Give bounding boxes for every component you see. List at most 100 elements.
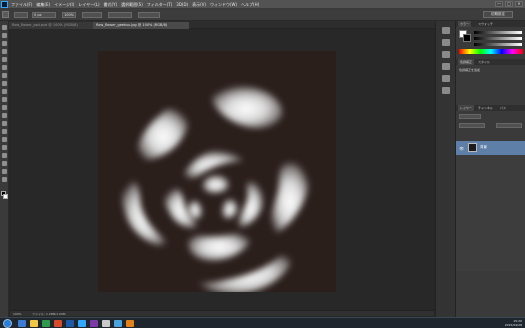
opacity-field[interactable] [496,123,522,128]
tab-adjustments[interactable]: 色調補正 [458,59,475,65]
history-panel-icon[interactable] [442,27,450,34]
dodge-tool-icon[interactable] [2,129,7,134]
path-select-tool-icon[interactable] [2,153,7,158]
menu-file[interactable]: ファイル(F) [11,2,32,7]
workspace-switcher[interactable]: 初期設定 [483,11,513,18]
excel-app-icon[interactable] [42,320,50,327]
menu-edit[interactable]: 編集(E) [36,2,50,7]
layer-name[interactable]: 背景 [480,145,487,150]
healing-tool-icon[interactable] [2,73,7,78]
layer-filter-dropdown[interactable] [459,114,481,119]
properties-panel-icon[interactable] [442,39,450,46]
menu-image[interactable]: イメージ(I) [54,2,74,7]
app-icon-7[interactable] [90,320,98,327]
clock-date: 2015/04/28 [504,323,522,327]
document-tabs: flow_flower_psd.psd @ 100% (RGB/8) flow_… [9,21,435,29]
menu-filter[interactable]: フィルター(T) [147,2,172,7]
tab-layers[interactable]: レイヤー [458,105,474,111]
color-spectrum-ramp[interactable] [459,49,523,54]
marquee-tool-icon[interactable] [2,33,7,38]
browser-app-icon[interactable] [54,320,62,327]
brush-panel-icon[interactable] [442,51,450,58]
quick-select-tool-icon[interactable] [2,49,7,54]
blur-tool-icon[interactable] [2,121,7,126]
character-panel-icon[interactable] [442,63,450,70]
layers-panel-tabs: レイヤー チャンネル パス [456,105,525,111]
option-dropdown-c[interactable] [138,12,160,18]
menu-window[interactable]: ウィンドウ(W) [210,2,237,7]
pen-tool-icon[interactable] [2,137,7,142]
taskbar-clock[interactable]: 15:20 2015/04/28 [505,319,522,327]
petal [120,176,172,247]
color-slider-g[interactable] [474,37,522,40]
move-tool-icon[interactable] [2,25,7,30]
app-icon-10[interactable] [126,320,134,327]
option-dropdown-a[interactable] [82,12,102,18]
stamp-tool-icon[interactable] [2,89,7,94]
tab-channels[interactable]: チャンネル [478,105,493,111]
petal [202,175,229,193]
tab-swatches[interactable]: スウォッチ [478,21,493,27]
eyedropper-tool-icon[interactable] [2,65,7,70]
paragraph-panel-icon[interactable] [442,75,450,82]
toolbox-background-color-icon[interactable] [3,194,8,199]
zoom-level[interactable]: 100% [13,312,22,316]
menu-layer[interactable]: レイヤー(L) [78,2,99,7]
hand-tool-icon[interactable] [2,169,7,174]
layer-thumbnail [468,143,477,152]
type-tool-icon[interactable] [2,145,7,150]
maximize-button[interactable]: □ [505,1,513,7]
tab-styles[interactable]: スタイル [478,59,490,65]
petal [236,180,264,229]
document-size: ファイル: 1.28M/1.00M [32,312,66,316]
tab-active-document[interactable]: flow_flower_geeksu.jpg @ 100% (RGB/8) [93,22,189,29]
explorer-app-icon[interactable] [18,320,26,327]
lasso-tool-icon[interactable] [2,41,7,46]
visibility-eye-icon[interactable]: 👁 [459,146,464,151]
blend-mode-dropdown[interactable] [459,123,485,128]
menu-select[interactable]: 選択範囲(S) [121,2,143,7]
color-slider-r[interactable] [474,31,522,34]
layer-row[interactable]: 👁 背景 [456,141,525,155]
eraser-tool-icon[interactable] [2,105,7,110]
status-bar: 100% ファイル: 1.28M/1.00M [10,310,434,316]
menu-3d[interactable]: 3D(D) [176,2,188,7]
tab-color[interactable]: カラー [458,21,472,27]
color-slider-b[interactable] [474,43,522,46]
menu-help[interactable]: ヘルプ(H) [241,2,259,7]
option-dropdown-b[interactable] [108,12,132,18]
crop-tool-icon[interactable] [2,57,7,62]
option-field-a[interactable]: 0 px [32,12,56,18]
petal [270,161,310,235]
flower-artwork [120,85,310,292]
minimize-button[interactable]: — [495,1,503,7]
document-canvas[interactable] [98,51,336,292]
start-button[interactable] [3,319,12,328]
canvas-area[interactable] [10,29,434,310]
app-icon-8[interactable] [102,320,110,327]
word-app-icon[interactable] [66,320,74,327]
menu-view[interactable]: 表示(V) [192,2,206,7]
windows-taskbar: 15:20 2015/04/28 [0,317,525,328]
shape-tool-icon[interactable] [2,161,7,166]
tool-preset-picker[interactable] [14,12,28,18]
option-field-b[interactable]: 100% [62,12,76,18]
photoshop-app-icon[interactable] [78,320,86,327]
close-button[interactable]: ✕ [515,1,523,7]
info-panel-icon[interactable] [442,87,450,94]
folder-app-icon[interactable] [30,320,38,327]
layers-list: 👁 背景 [456,141,525,271]
color-panel-tabs: カラー スウォッチ [456,21,525,27]
current-tool-icon[interactable] [2,11,9,18]
tab-psd[interactable]: flow_flower_psd.psd @ 100% (RGB/8) [9,22,93,29]
history-brush-tool-icon[interactable] [2,97,7,102]
zoom-tool-icon[interactable] [2,177,7,182]
tab-paths[interactable]: パス [500,105,506,111]
menu-type[interactable]: 書式(Y) [104,2,118,7]
brush-tool-icon[interactable] [2,81,7,86]
options-bar: 0 px 100% 初期設定 [0,9,525,21]
background-color-swatch[interactable] [463,34,471,42]
app-icon-9[interactable] [114,320,122,327]
photoshop-logo-icon[interactable] [1,1,8,8]
gradient-tool-icon[interactable] [2,113,7,118]
